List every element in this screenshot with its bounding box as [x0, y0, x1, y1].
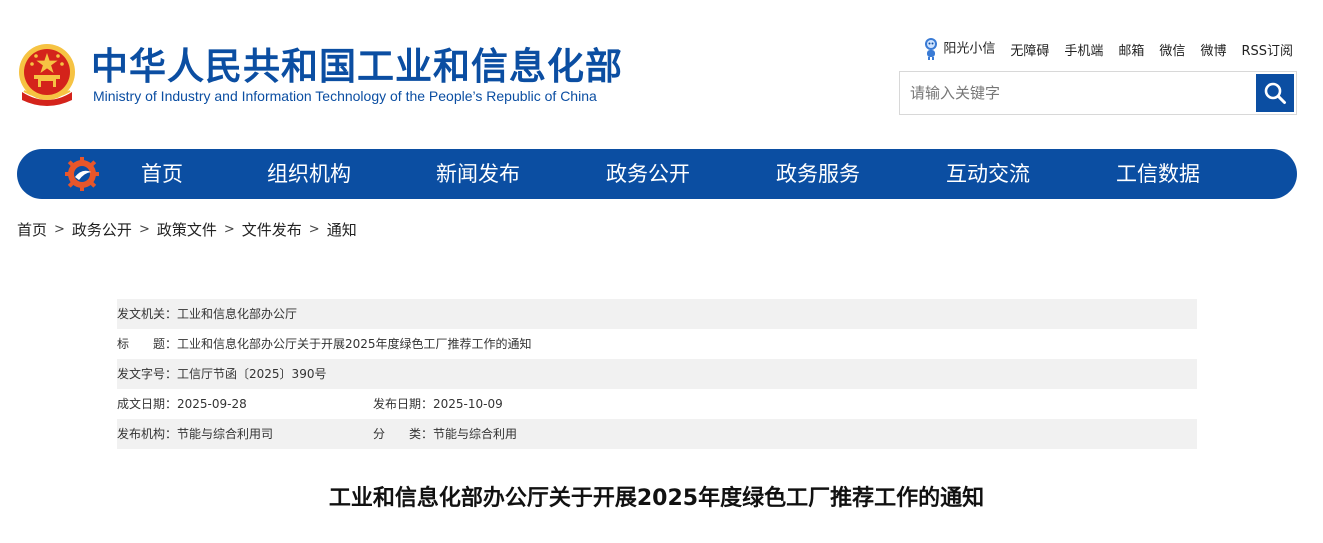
breadcrumb-separator: > — [308, 222, 320, 237]
top-link-accessibility[interactable]: 无障碍 — [1010, 40, 1049, 59]
meta-value: 节能与综合利用司 — [177, 427, 274, 441]
meta-value: 2025-10-09 — [433, 397, 503, 411]
meta-category: 分 类：节能与综合利用 — [373, 419, 517, 449]
search-icon — [1264, 82, 1286, 104]
nav-government-services[interactable]: 政务服务 — [776, 149, 860, 199]
meta-title: 标 题：工业和信息化部办公厅关于开展2025年度绿色工厂推荐工作的通知 — [117, 329, 532, 359]
meta-value: 工业和信息化部办公厅关于开展2025年度绿色工厂推荐工作的通知 — [177, 337, 532, 351]
breadcrumb-notice[interactable]: 通知 — [327, 219, 357, 240]
robot-icon — [925, 38, 938, 60]
meta-row-doc-no: 发文字号：工信厅节函〔2025〕390号 — [117, 359, 1197, 389]
meta-doc-no: 发文字号：工信厅节函〔2025〕390号 — [117, 359, 326, 389]
national-emblem-icon — [16, 42, 78, 108]
meta-date-published: 发布日期：2025-10-09 — [373, 389, 503, 419]
search-button[interactable] — [1256, 74, 1294, 112]
breadcrumb-separator: > — [223, 222, 235, 237]
meta-date-made: 成文日期：2025-09-28 — [117, 389, 247, 419]
meta-label: 发文机关： — [117, 307, 178, 321]
meta-value: 节能与综合利用 — [433, 427, 518, 441]
article-title: 工业和信息化部办公厅关于开展2025年度绿色工厂推荐工作的通知 — [328, 486, 985, 511]
top-link-mobile[interactable]: 手机端 — [1064, 40, 1103, 59]
nav-interaction[interactable]: 互动交流 — [946, 149, 1030, 199]
breadcrumb-home[interactable]: 首页 — [17, 219, 47, 240]
breadcrumb-document-release[interactable]: 文件发布 — [242, 219, 302, 240]
top-link-rss[interactable]: RSS订阅 — [1241, 40, 1293, 59]
breadcrumb-government-affairs[interactable]: 政务公开 — [72, 219, 132, 240]
meta-row-title: 标 题：工业和信息化部办公厅关于开展2025年度绿色工厂推荐工作的通知 — [117, 329, 1197, 359]
meta-row-org: 发布机构：节能与综合利用司 分 类：节能与综合利用 — [117, 419, 1197, 449]
nav-news[interactable]: 新闻发布 — [436, 149, 520, 199]
nav-government-affairs[interactable]: 政务公开 — [606, 149, 690, 199]
meta-label: 发布日期： — [373, 397, 434, 411]
top-link-label: 阳光小信 — [943, 41, 996, 57]
breadcrumb-separator: > — [138, 222, 150, 237]
meta-issuer: 发文机关：工业和信息化部办公厅 — [117, 299, 297, 329]
site-title-english: Ministry of Industry and Information Tec… — [93, 88, 597, 104]
top-link-wechat[interactable]: 微信 — [1159, 40, 1185, 59]
meta-label: 发文字号： — [117, 367, 178, 381]
meta-label: 成文日期： — [117, 397, 178, 411]
gear-logo-icon — [65, 157, 99, 191]
breadcrumb-separator: > — [54, 222, 65, 237]
meta-label: 标 题： — [117, 337, 178, 351]
search-input[interactable] — [900, 72, 1256, 114]
meta-label: 分 类： — [373, 427, 434, 441]
top-links: 阳光小信 无障碍 手机端 邮箱 微信 微博 RSS订阅 — [923, 37, 1293, 61]
meta-org: 发布机构：节能与综合利用司 — [117, 419, 273, 449]
top-link-mail[interactable]: 邮箱 — [1118, 40, 1144, 59]
breadcrumb: 首页 > 政务公开 > 政策文件 > 文件发布 > 通知 — [17, 219, 357, 240]
main-nav: 首页 组织机构 新闻发布 政务公开 政务服务 互动交流 工信数据 — [17, 149, 1297, 199]
document-meta-table: 发文机关：工业和信息化部办公厅 标 题：工业和信息化部办公厅关于开展2025年度… — [117, 299, 1197, 449]
meta-value: 工业和信息化部办公厅 — [177, 307, 298, 321]
top-link-sunshine[interactable]: 阳光小信 — [923, 37, 995, 61]
meta-label: 发布机构： — [117, 427, 178, 441]
nav-organization[interactable]: 组织机构 — [267, 149, 351, 199]
nav-home[interactable]: 首页 — [141, 149, 183, 199]
search-box — [899, 71, 1297, 115]
nav-data[interactable]: 工信数据 — [1116, 149, 1200, 199]
meta-row-dates: 成文日期：2025-09-28 发布日期：2025-10-09 — [117, 389, 1197, 419]
top-link-weibo[interactable]: 微博 — [1200, 40, 1226, 59]
site-title[interactable]: 中华人民共和国工业和信息化部 — [91, 44, 623, 90]
meta-value: 2025-09-28 — [177, 397, 247, 411]
meta-value: 工信厅节函〔2025〕390号 — [177, 367, 327, 381]
breadcrumb-policy-documents[interactable]: 政策文件 — [157, 219, 217, 240]
meta-row-issuer: 发文机关：工业和信息化部办公厅 — [117, 299, 1197, 329]
